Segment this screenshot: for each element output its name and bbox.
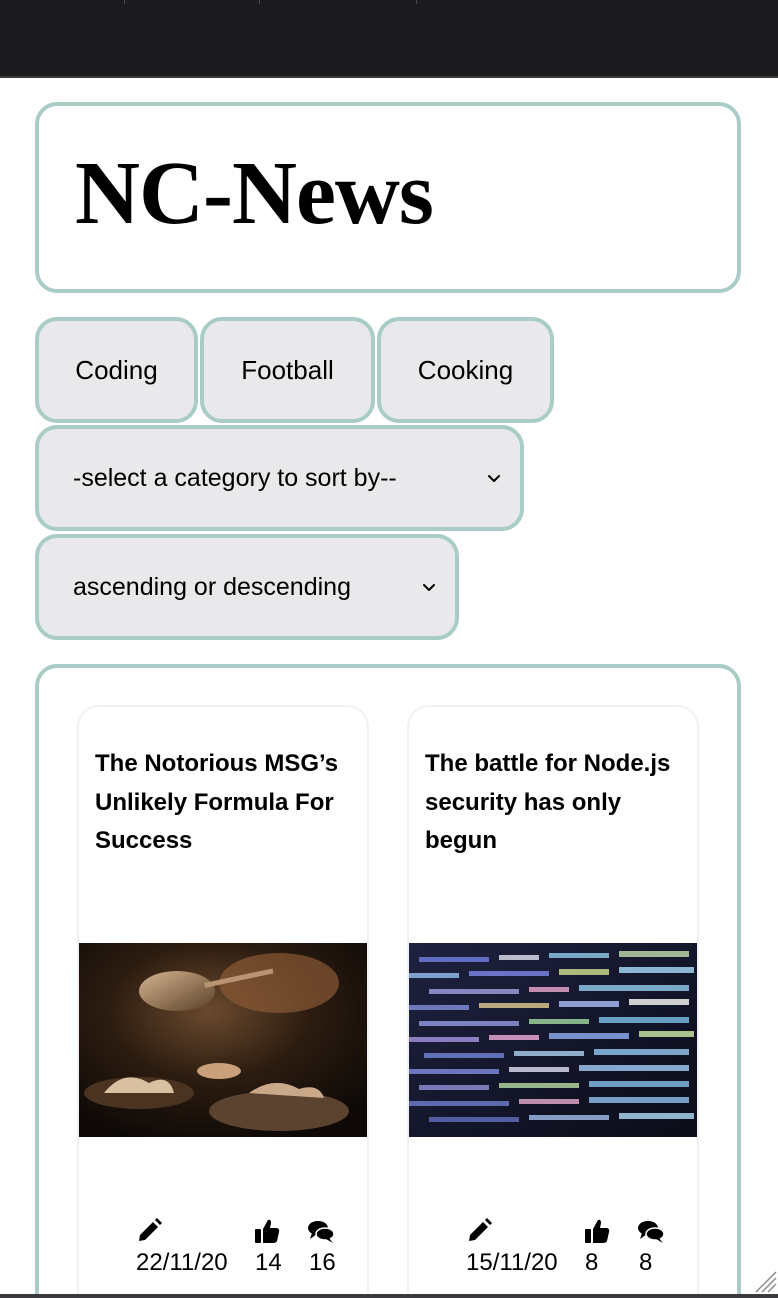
article-card[interactable]: The battle for Node.js security has only… [407,705,699,1298]
sort-by-select-value: -select a category to sort by-- [73,463,397,492]
article-title[interactable]: The Notorious MSG’s Unlikely Formula For… [95,745,355,861]
window-bottom-edge [0,1294,778,1298]
resize-handle-icon[interactable] [752,1268,778,1294]
article-date: 15/11/20 [466,1249,558,1276]
article-card[interactable]: The Notorious MSG’s Unlikely Formula For… [77,705,369,1298]
topic-button-coding[interactable]: Coding [35,317,198,423]
topic-button-cooking[interactable]: Cooking [377,317,554,423]
sort-by-select[interactable]: -select a category to sort by-- [35,425,524,531]
comments-icon[interactable] [307,1217,335,1245]
thumbs-up-icon[interactable] [253,1217,281,1245]
article-comments: 8 [639,1249,653,1276]
thumbs-up-icon[interactable] [583,1217,611,1245]
chevron-down-icon [423,584,435,591]
article-date: 22/11/20 [136,1249,228,1276]
article-comments: 16 [309,1249,336,1276]
order-select[interactable]: ascending or descending [35,534,459,640]
comments-icon[interactable] [637,1217,665,1245]
site-title[interactable]: NC-News [75,144,434,244]
pencil-icon [469,1218,492,1241]
order-select-value: ascending or descending [73,572,351,601]
pencil-icon [139,1218,162,1241]
topic-button-football[interactable]: Football [200,317,375,423]
article-votes: 14 [255,1249,282,1276]
browser-top-bar [0,0,778,78]
site-header: NC-News [35,102,741,293]
article-image-cooking [79,943,367,1137]
article-title[interactable]: The battle for Node.js security has only… [425,745,685,861]
chevron-down-icon [488,475,500,482]
article-votes: 8 [585,1249,599,1276]
article-image-code [409,943,697,1137]
